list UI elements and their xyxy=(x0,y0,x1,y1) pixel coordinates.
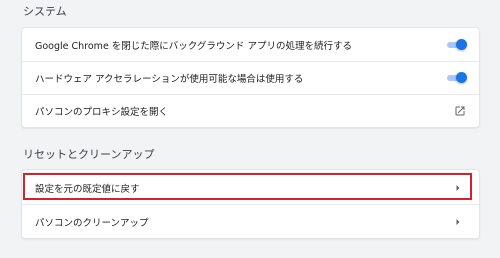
system-card: Google Chrome を閉じた際にバックグラウンド アプリの処理を続行する… xyxy=(22,28,479,127)
toggle-knob xyxy=(456,38,467,50)
reset-card: 設定を元の既定値に戻す パソコンのクリーンアップ xyxy=(22,170,479,238)
setting-row-background-apps[interactable]: Google Chrome を閉じた際にバックグラウンド アプリの処理を続行する xyxy=(22,28,479,61)
setting-row-reset-defaults[interactable]: 設定を元の既定値に戻す xyxy=(22,172,479,203)
setting-label-background-apps: Google Chrome を閉じた際にバックグラウンド アプリの処理を続行する xyxy=(35,40,352,52)
setting-label-cleanup: パソコンのクリーンアップ xyxy=(35,217,149,229)
open-in-new-icon[interactable] xyxy=(454,105,466,117)
setting-label-hardware-acceleration: ハードウェア アクセラレーションが使用可能な場合は使用する xyxy=(35,73,304,85)
chevron-right-icon xyxy=(456,184,460,191)
toggle-knob xyxy=(456,71,467,83)
section-title-system: システム xyxy=(23,5,67,18)
setting-row-hardware-acceleration[interactable]: ハードウェア アクセラレーションが使用可能な場合は使用する xyxy=(22,61,479,94)
hardware-acceleration-toggle[interactable] xyxy=(445,71,467,83)
chevron-right-icon xyxy=(456,218,460,225)
setting-label-proxy: パソコンのプロキシ設定を開く xyxy=(35,106,169,118)
setting-row-proxy[interactable]: パソコンのプロキシ設定を開く xyxy=(22,94,479,127)
setting-row-cleanup[interactable]: パソコンのクリーンアップ xyxy=(22,205,479,238)
setting-label-reset-defaults: 設定を元の既定値に戻す xyxy=(35,183,140,195)
section-title-reset: リセットとクリーンアップ xyxy=(23,148,155,161)
background-apps-toggle[interactable] xyxy=(445,38,467,50)
